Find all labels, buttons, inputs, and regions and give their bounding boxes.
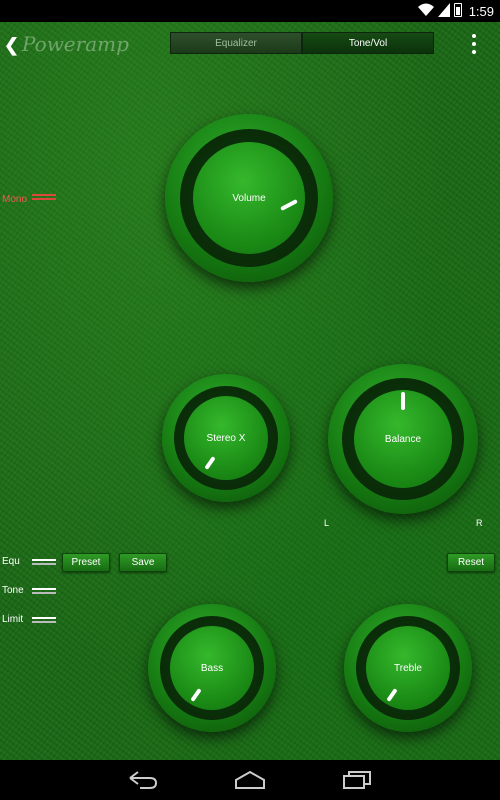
volume-label: Volume (193, 142, 305, 254)
treble-label: Treble (366, 626, 450, 710)
navigation-bar (0, 760, 500, 800)
mono-label: Mono (2, 194, 28, 205)
status-time: 1:59 (468, 4, 494, 19)
wifi-icon (418, 3, 434, 16)
equ-toggle[interactable] (32, 559, 56, 567)
main-panel: ❮ Poweramp Equalizer Tone/Vol Mono Volum… (0, 22, 500, 760)
signal-icon (438, 3, 450, 17)
tab-bar: Equalizer Tone/Vol (170, 32, 434, 54)
stereo-x-knob[interactable]: Stereo X (162, 374, 290, 502)
balance-knob[interactable]: Balance (328, 364, 478, 514)
balance-marker (401, 392, 405, 410)
mono-toggle[interactable] (32, 194, 56, 202)
back-icon[interactable]: ❮ (4, 35, 19, 56)
treble-knob[interactable]: Treble (344, 604, 472, 732)
balance-left-label: L (324, 518, 330, 528)
volume-knob[interactable]: Volume (165, 114, 333, 282)
tab-equalizer[interactable]: Equalizer (170, 32, 302, 54)
equ-label: Equ (2, 556, 20, 567)
app-logo: Poweramp (22, 32, 129, 56)
tone-label: Tone (2, 585, 24, 596)
save-button[interactable]: Save (119, 553, 167, 572)
reset-button[interactable]: Reset (447, 553, 495, 572)
limit-toggle[interactable] (32, 617, 56, 625)
bass-knob[interactable]: Bass (148, 604, 276, 732)
tone-toggle[interactable] (32, 588, 56, 596)
stereo-x-label: Stereo X (184, 396, 268, 480)
tab-tone-vol[interactable]: Tone/Vol (302, 32, 434, 54)
battery-icon (454, 3, 462, 17)
balance-right-label: R (476, 518, 483, 528)
bass-label: Bass (170, 626, 254, 710)
nav-back-icon[interactable] (128, 770, 158, 790)
nav-recents-icon[interactable] (342, 770, 372, 790)
nav-home-icon[interactable] (234, 770, 266, 790)
overflow-menu-icon[interactable] (472, 34, 476, 54)
status-bar: 1:59 (0, 0, 500, 22)
limit-label: Limit (2, 614, 24, 625)
status-icons (418, 3, 462, 17)
preset-button[interactable]: Preset (62, 553, 110, 572)
